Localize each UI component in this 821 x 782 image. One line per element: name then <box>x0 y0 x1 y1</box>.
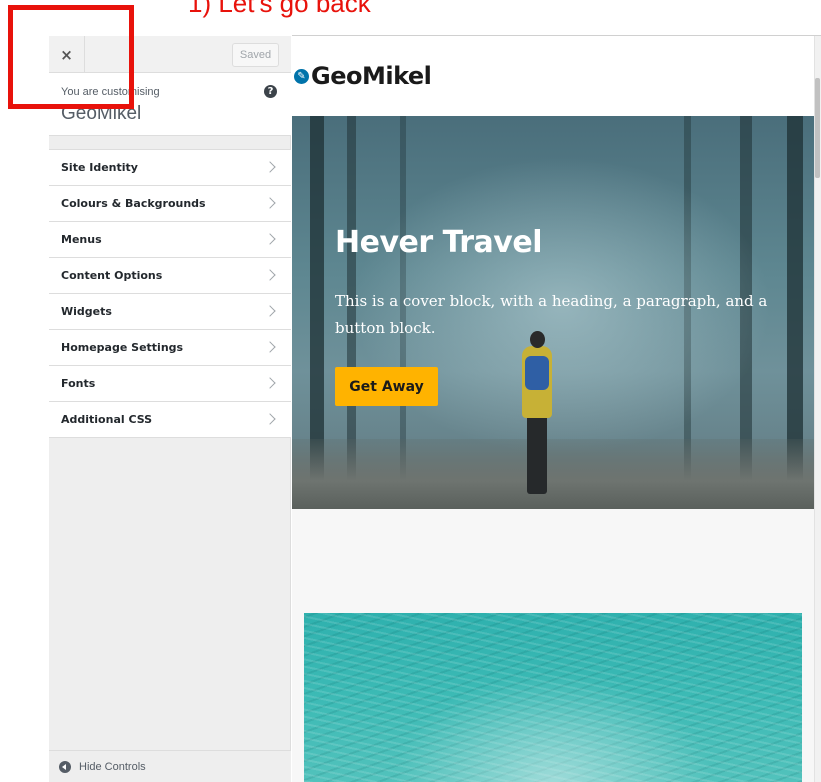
section-label: Site Identity <box>61 161 138 174</box>
chevron-right-icon <box>264 377 276 389</box>
section-menus[interactable]: Menus <box>49 222 291 258</box>
customizer-sidebar: × Saved You are customising GeoMikel ? S… <box>49 36 291 782</box>
help-icon[interactable]: ? <box>264 85 277 98</box>
site-preview: GeoMikel ✎ Hever Travel This is a cover … <box>292 36 814 782</box>
section-additional-css[interactable]: Additional CSS <box>49 402 291 438</box>
annotation-label: 1) Let's go back <box>188 0 371 18</box>
annotation-highlight-box <box>8 5 134 109</box>
section-label: Homepage Settings <box>61 341 184 354</box>
pencil-icon[interactable]: ✎ <box>292 67 311 86</box>
cover-block: Hever Travel This is a cover block, with… <box>292 116 814 509</box>
cover-heading: Hever Travel <box>335 225 543 260</box>
section-label: Fonts <box>61 377 96 390</box>
get-away-button[interactable]: Get Away <box>335 367 438 406</box>
site-header: GeoMikel ✎ <box>292 36 814 116</box>
chevron-right-icon <box>264 413 276 425</box>
section-colours-backgrounds[interactable]: Colours & Backgrounds <box>49 186 291 222</box>
section-content-options[interactable]: Content Options <box>49 258 291 294</box>
chevron-right-icon <box>264 305 276 317</box>
site-title[interactable]: GeoMikel <box>311 62 432 90</box>
chevron-right-icon <box>264 233 276 245</box>
section-homepage-settings[interactable]: Homepage Settings <box>49 330 291 366</box>
chevron-right-icon <box>264 197 276 209</box>
customizer-sections: Site Identity Colours & Backgrounds Menu… <box>49 149 291 438</box>
path-ground <box>292 439 814 509</box>
section-label: Content Options <box>61 269 163 282</box>
chevron-right-icon <box>264 161 276 173</box>
chevron-right-icon <box>264 341 276 353</box>
chevron-right-icon <box>264 269 276 281</box>
section-label: Colours & Backgrounds <box>61 197 206 210</box>
collapse-arrow-icon <box>59 760 71 773</box>
preview-scrollbar-thumb[interactable] <box>815 78 820 178</box>
section-fonts[interactable]: Fonts <box>49 366 291 402</box>
hide-controls-label: Hide Controls <box>79 760 146 773</box>
saved-button[interactable]: Saved <box>232 43 279 67</box>
hiker-figure <box>527 414 547 494</box>
section-label: Additional CSS <box>61 413 153 426</box>
cover-paragraph: This is a cover block, with a heading, a… <box>335 292 768 337</box>
water-image <box>304 613 802 782</box>
section-widgets[interactable]: Widgets <box>49 294 291 330</box>
section-label: Widgets <box>61 305 112 318</box>
section-label: Menus <box>61 233 102 246</box>
hide-controls-button[interactable]: Hide Controls <box>49 750 291 782</box>
hiker-backpack <box>525 356 549 390</box>
section-site-identity[interactable]: Site Identity <box>49 150 291 186</box>
